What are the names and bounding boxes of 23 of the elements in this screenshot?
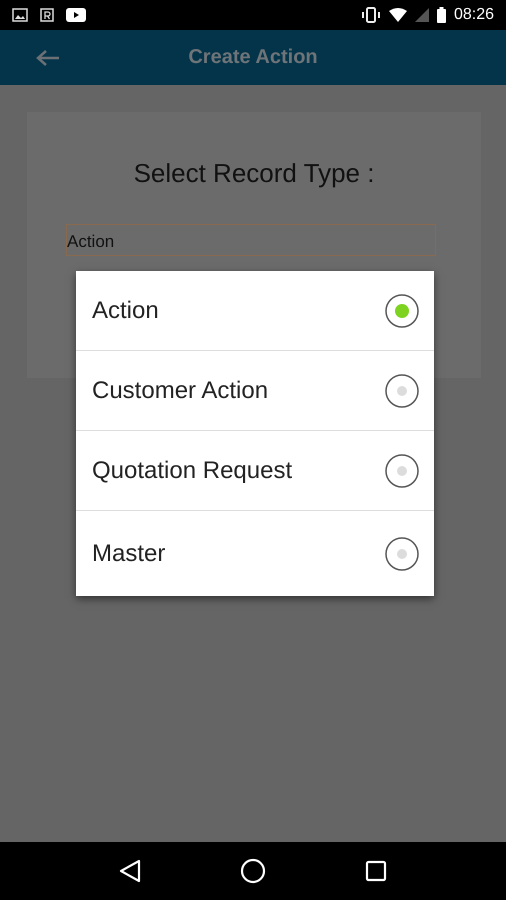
record-type-option[interactable]: Action	[76, 271, 434, 351]
record-type-option[interactable]: Customer Action	[76, 351, 434, 431]
wifi-icon	[388, 8, 407, 22]
radio-icon[interactable]	[384, 452, 420, 488]
back-arrow-icon[interactable]	[36, 50, 60, 66]
record-type-field[interactable]: Action	[66, 224, 436, 256]
radio-icon[interactable]	[384, 372, 420, 408]
record-type-option[interactable]: Quotation Request	[76, 431, 434, 511]
radio-selected-icon[interactable]	[384, 292, 420, 328]
image-icon	[12, 8, 28, 22]
home-icon[interactable]	[240, 858, 266, 884]
clock-time: 08:26	[454, 6, 494, 24]
r-box-icon	[40, 8, 54, 22]
back-icon[interactable]	[119, 859, 142, 883]
signal-icon	[414, 8, 429, 22]
form-title: Select Record Type :	[134, 158, 374, 190]
play-icon	[66, 8, 86, 22]
recents-icon[interactable]	[364, 860, 387, 882]
radio-icon[interactable]	[384, 536, 420, 572]
vibrate-icon	[360, 7, 381, 23]
battery-icon	[436, 7, 446, 23]
record-type-option[interactable]: Master	[76, 511, 434, 596]
screen-title: Create Action	[188, 46, 318, 68]
